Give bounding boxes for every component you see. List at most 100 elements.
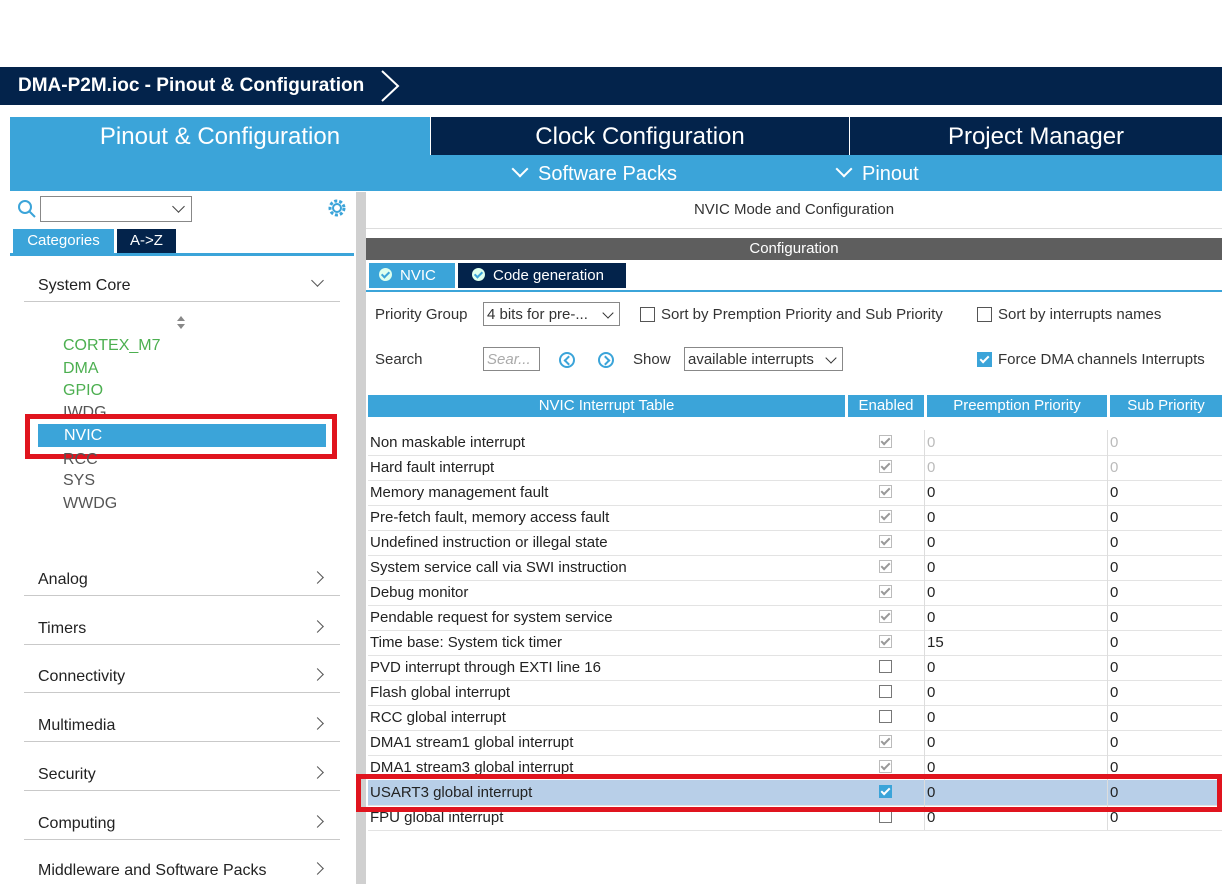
category-timers[interactable]: Timers	[24, 604, 340, 645]
enabled-checkbox[interactable]	[879, 460, 892, 473]
enabled-checkbox[interactable]	[879, 685, 892, 698]
column-header-enabled[interactable]: Enabled	[848, 395, 924, 417]
category-computing[interactable]: Computing	[24, 799, 340, 840]
breadcrumb[interactable]: DMA-P2M.ioc - Pinout & Configuration	[0, 67, 378, 105]
enabled-checkbox[interactable]	[879, 510, 892, 523]
table-row[interactable]: RCC global interrupt 0 0	[368, 705, 1222, 731]
chevron-down-icon	[511, 160, 529, 178]
tab-clock-configuration[interactable]: Clock Configuration	[431, 117, 849, 155]
table-row[interactable]: System service call via SWI instruction 0…	[368, 555, 1222, 581]
peripheral-item[interactable]: WWDG	[63, 493, 117, 515]
sort-names-checkbox[interactable]	[977, 307, 992, 322]
table-row[interactable]: Pendable request for system service 0 0	[368, 605, 1222, 631]
tab-pinout-configuration[interactable]: Pinout & Configuration	[10, 117, 430, 155]
table-row[interactable]: Memory management fault 0 0	[368, 480, 1222, 506]
show-select[interactable]: available interrupts	[684, 347, 843, 371]
preemption-priority-cell[interactable]: 0	[927, 734, 935, 751]
force-dma-checkbox[interactable]	[977, 352, 992, 367]
column-header-sub-priority[interactable]: Sub Priority	[1110, 395, 1222, 417]
sub-menu-bar: Software Packs Pinout	[10, 155, 1222, 191]
sub-priority-cell[interactable]: 0	[1110, 634, 1118, 651]
column-header-preemption[interactable]: Preemption Priority	[927, 395, 1107, 417]
gear-icon[interactable]	[326, 197, 348, 219]
category-security[interactable]: Security	[24, 750, 340, 791]
sub-priority-cell[interactable]: 0	[1110, 709, 1118, 726]
tab-project-manager[interactable]: Project Manager	[850, 117, 1222, 155]
category-search-input[interactable]	[40, 196, 192, 222]
category-connectivity[interactable]: Connectivity	[24, 652, 340, 693]
sort-preemption-label: Sort by Premption Priority and Sub Prior…	[661, 306, 943, 323]
tab-nvic[interactable]: NVIC	[369, 263, 455, 288]
priority-group-select[interactable]: 4 bits for pre-...	[483, 302, 620, 326]
table-row[interactable]: Debug monitor 0 0	[368, 580, 1222, 606]
table-row[interactable]: Non maskable interrupt 0 0	[368, 430, 1222, 456]
category-analog[interactable]: Analog	[24, 555, 340, 596]
enabled-checkbox[interactable]	[879, 610, 892, 623]
tab-categories[interactable]: Categories	[13, 229, 114, 253]
tab-code-generation[interactable]: Code generation	[458, 263, 626, 288]
tab-a-z[interactable]: A->Z	[117, 229, 176, 253]
search-next-button[interactable]	[598, 352, 614, 368]
category-system-core[interactable]: System Core	[24, 261, 340, 302]
preemption-priority-cell[interactable]: 0	[927, 584, 935, 601]
table-row[interactable]: Flash global interrupt 0 0	[368, 680, 1222, 706]
preemption-priority-cell[interactable]: 0	[927, 684, 935, 701]
category-multimedia[interactable]: Multimedia	[24, 701, 340, 742]
enabled-checkbox[interactable]	[879, 660, 892, 673]
preemption-priority-cell[interactable]: 0	[927, 609, 935, 626]
sort-preemption-checkbox[interactable]	[640, 307, 655, 322]
sub-priority-cell[interactable]: 0	[1110, 459, 1118, 476]
table-row[interactable]: Time base: System tick timer 15 0	[368, 630, 1222, 656]
software-packs-menu[interactable]: Software Packs	[511, 155, 677, 191]
table-row[interactable]: Undefined instruction or illegal state 0 0	[368, 530, 1222, 556]
interrupt-search-input[interactable]: Sear...	[483, 347, 540, 371]
preemption-priority-cell[interactable]: 0	[927, 509, 935, 526]
sub-priority-cell[interactable]: 0	[1110, 584, 1118, 601]
peripheral-item[interactable]: SYS	[63, 470, 95, 492]
table-row[interactable]: Pre-fetch fault, memory access fault 0 0	[368, 505, 1222, 531]
table-row[interactable]: Hard fault interrupt 0 0	[368, 455, 1222, 481]
enabled-checkbox[interactable]	[879, 735, 892, 748]
enabled-checkbox[interactable]	[879, 435, 892, 448]
enabled-checkbox[interactable]	[879, 585, 892, 598]
column-header-name[interactable]: NVIC Interrupt Table	[368, 395, 845, 417]
search-prev-button[interactable]	[559, 352, 575, 368]
preemption-priority-cell[interactable]: 0	[927, 459, 935, 476]
sub-priority-cell[interactable]: 0	[1110, 559, 1118, 576]
pinout-menu[interactable]: Pinout	[835, 155, 919, 191]
enabled-checkbox[interactable]	[879, 760, 892, 773]
enabled-checkbox[interactable]	[879, 710, 892, 723]
peripheral-item[interactable]: DMA	[63, 358, 99, 380]
preemption-priority-cell[interactable]: 15	[927, 634, 944, 651]
pinout-label: Pinout	[862, 163, 919, 185]
enabled-checkbox[interactable]	[879, 560, 892, 573]
category-middleware[interactable]: Middleware and Software Packs	[24, 846, 340, 886]
preemption-priority-cell[interactable]: 0	[927, 434, 935, 451]
enabled-checkbox[interactable]	[879, 535, 892, 548]
interrupt-name: Undefined instruction or illegal state	[370, 534, 608, 551]
enabled-checkbox[interactable]	[879, 635, 892, 648]
peripheral-item[interactable]: CORTEX_M7	[63, 335, 161, 357]
sub-priority-cell[interactable]: 0	[1110, 659, 1118, 676]
sub-priority-cell[interactable]: 0	[1110, 484, 1118, 501]
preemption-priority-cell[interactable]: 0	[927, 659, 935, 676]
sub-priority-cell[interactable]: 0	[1110, 734, 1118, 751]
column-divider	[1107, 730, 1108, 755]
interrupt-name: Pre-fetch fault, memory access fault	[370, 509, 610, 526]
column-divider	[1107, 430, 1108, 455]
sub-priority-cell[interactable]: 0	[1110, 434, 1118, 451]
preemption-priority-cell[interactable]: 0	[927, 559, 935, 576]
table-row[interactable]: DMA1 stream1 global interrupt 0 0	[368, 730, 1222, 756]
preemption-priority-cell[interactable]: 0	[927, 534, 935, 551]
peripheral-item[interactable]: GPIO	[63, 380, 103, 402]
enabled-checkbox[interactable]	[879, 485, 892, 498]
sub-priority-cell[interactable]: 0	[1110, 509, 1118, 526]
preemption-priority-cell[interactable]: 0	[927, 484, 935, 501]
preemption-priority-cell[interactable]: 0	[927, 709, 935, 726]
sort-icon[interactable]	[175, 315, 187, 331]
sub-priority-cell[interactable]: 0	[1110, 684, 1118, 701]
peripheral-item[interactable]: RCC	[63, 452, 98, 467]
table-row[interactable]: PVD interrupt through EXTI line 16 0 0	[368, 655, 1222, 681]
sub-priority-cell[interactable]: 0	[1110, 534, 1118, 551]
sub-priority-cell[interactable]: 0	[1110, 609, 1118, 626]
